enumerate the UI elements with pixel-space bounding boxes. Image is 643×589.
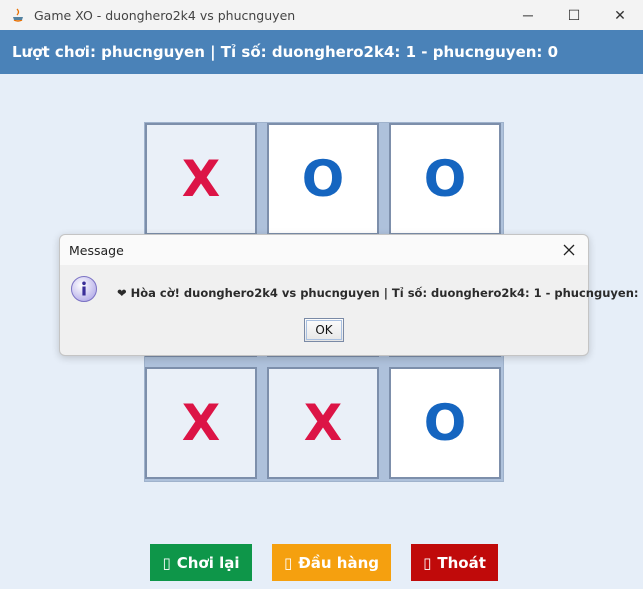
exit-button[interactable]: ▯ Thoát [411,544,498,581]
dialog-title: Message [69,243,124,258]
ok-button[interactable]: OK [304,318,344,342]
exit-icon: ▯ [423,553,432,572]
java-icon [10,7,26,23]
cell-mark: O [423,150,467,208]
close-icon[interactable] [558,239,580,261]
turn-score-status: Lượt chơi: phucnguyen | Tỉ số: duonghero… [0,30,643,74]
cell-mark: X [181,150,221,208]
cell-mark: O [301,150,345,208]
dialog-header: Message [60,235,588,265]
board-cell-6[interactable]: X [145,367,257,479]
surrender-icon: ▯ [283,553,293,572]
surrender-button[interactable]: ▯ Đầu hàng [272,544,391,581]
window-controls: ─ ☐ ✕ [505,0,643,30]
cell-mark: O [423,394,467,452]
replay-button-label: Chơi lại [176,553,240,572]
board-cell-2[interactable]: O [389,123,501,235]
maximize-button[interactable]: ☐ [551,0,597,30]
replay-button[interactable]: ▯ Chơi lại [150,544,252,581]
minimize-button[interactable]: ─ [505,0,551,30]
cell-mark: X [303,394,343,452]
board-cell-8[interactable]: O [389,367,501,479]
cell-mark: X [181,394,221,452]
replay-icon: ▯ [162,553,171,572]
window-title: Game XO - duonghero2k4 vs phucnguyen [34,7,296,23]
surrender-button-label: Đầu hàng [298,553,380,572]
info-icon [70,275,98,303]
board-cell-7[interactable]: X [267,367,379,479]
exit-button-label: Thoát [437,553,486,572]
window-titlebar: Game XO - duonghero2k4 vs phucnguyen ─ ☐… [0,0,643,30]
board-cell-1[interactable]: O [267,123,379,235]
message-dialog: Message ❤ Hòa cờ! duonghero2k4 vs phucng… [59,234,643,356]
dialog-message: ❤ Hòa cờ! duonghero2k4 vs phucnguyen | T… [117,286,643,300]
close-window-button[interactable]: ✕ [597,0,643,30]
board-cell-0[interactable]: X [145,123,257,235]
